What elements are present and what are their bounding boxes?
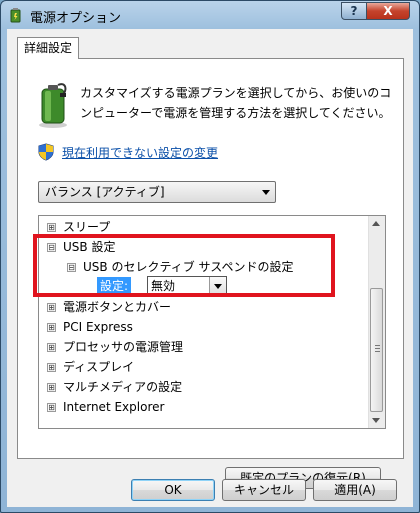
tree-item-label: PCI Express (63, 320, 133, 334)
expand-icon[interactable]: ⊞ (47, 403, 56, 412)
tree-item-internet-explorer[interactable]: ⊞ Internet Explorer (47, 397, 164, 417)
tree-item-processor-power[interactable]: ⊞ プロセッサの電源管理 (47, 337, 183, 357)
scroll-up-icon[interactable] (372, 221, 380, 226)
intro-description: カスタマイズする電源プランを選択してから、お使いのコンピューターで電源を管理する… (80, 86, 392, 120)
tree-item-label: USB のセレクティブ サスペンドの設定 (83, 260, 294, 274)
cancel-button[interactable]: キャンセル (222, 479, 306, 501)
expand-icon[interactable]: ⊞ (47, 363, 56, 372)
setting-label: 設定: (97, 277, 132, 295)
expand-icon[interactable]: ⊞ (47, 323, 56, 332)
grip-line (375, 348, 380, 349)
tab-advanced-settings[interactable]: 詳細設定 (17, 37, 79, 59)
help-button[interactable]: ? (341, 2, 367, 20)
suspend-setting-value: 無効 (151, 279, 176, 293)
grip-line (375, 345, 380, 346)
tree-item-label: ディスプレイ (63, 360, 135, 374)
apply-button[interactable]: 適用(A) (313, 479, 397, 501)
advanced-settings-panel: カスタマイズする電源プランを選択してから、お使いのコンピューターで電源を管理する… (17, 58, 404, 489)
uac-shield-icon (38, 143, 54, 161)
tree-item-pci-express[interactable]: ⊞ PCI Express (47, 317, 133, 337)
tree-item-usb-selective-suspend[interactable]: ⊟ USB のセレクティブ サスペンドの設定 (67, 257, 293, 277)
expand-icon[interactable]: ⊞ (47, 343, 56, 352)
power-plan-value: バランス [アクティブ] (45, 185, 165, 199)
tree-item-label: マルチメディアの設定 (63, 380, 183, 394)
expand-icon[interactable]: ⊞ (47, 383, 56, 392)
tree-item-label: Internet Explorer (63, 400, 165, 414)
collapse-icon[interactable]: ⊟ (47, 243, 56, 252)
chevron-down-icon[interactable] (209, 277, 226, 295)
tree-item-label: 電源ボタンとカバー (63, 300, 172, 314)
window-title: 電源オプション (30, 11, 122, 26)
tree-item-label: プロセッサの電源管理 (63, 340, 184, 354)
tree-scrollbar[interactable] (368, 216, 385, 428)
tree-item-label: スリープ (63, 220, 111, 234)
tree-item-power-buttons[interactable]: ⊞ 電源ボタンとカバー (47, 297, 171, 317)
change-unavailable-settings-link[interactable]: 現在利用できない設定の変更 (62, 144, 218, 161)
power-plan-select[interactable]: バランス [アクティブ] (38, 181, 276, 203)
scroll-down-icon[interactable] (372, 418, 380, 423)
power-options-icon (10, 8, 21, 23)
ok-button[interactable]: OK (131, 479, 215, 501)
tree-item-multimedia[interactable]: ⊞ マルチメディアの設定 (47, 377, 182, 397)
expand-icon[interactable]: ⊞ (47, 223, 56, 232)
power-options-window: 電源オプション ? X 詳細設定 カスタマイズする電源プランを選択してから、お使… (0, 0, 420, 513)
grip-line (375, 351, 380, 352)
tree-item-sleep[interactable]: ⊞ スリープ (47, 217, 110, 237)
settings-tree[interactable]: ⊞ スリープ ⊟ USB 設定 ⊟ USB のセレクティブ サスペンドの設定 設… (38, 215, 386, 429)
tree-item-setting-row: 設定: 無効 (97, 276, 277, 297)
chevron-down-icon (262, 190, 270, 195)
title-bar[interactable]: 電源オプション ? X (1, 1, 419, 29)
battery-power-icon (39, 83, 67, 128)
dialog-client-area: 詳細設定 カスタマイズする電源プランを選択してから、お使いのコンピューターで電源… (7, 29, 413, 507)
tree-item-label: USB 設定 (63, 240, 116, 254)
expand-icon[interactable]: ⊞ (47, 303, 56, 312)
tree-item-usb-settings[interactable]: ⊟ USB 設定 (47, 237, 115, 257)
collapse-icon[interactable]: ⊟ (67, 263, 76, 272)
tree-item-display[interactable]: ⊞ ディスプレイ (47, 357, 134, 377)
close-button[interactable]: X (366, 2, 410, 20)
suspend-setting-select[interactable]: 無効 (147, 276, 227, 296)
scrollbar-thumb[interactable] (370, 288, 383, 412)
